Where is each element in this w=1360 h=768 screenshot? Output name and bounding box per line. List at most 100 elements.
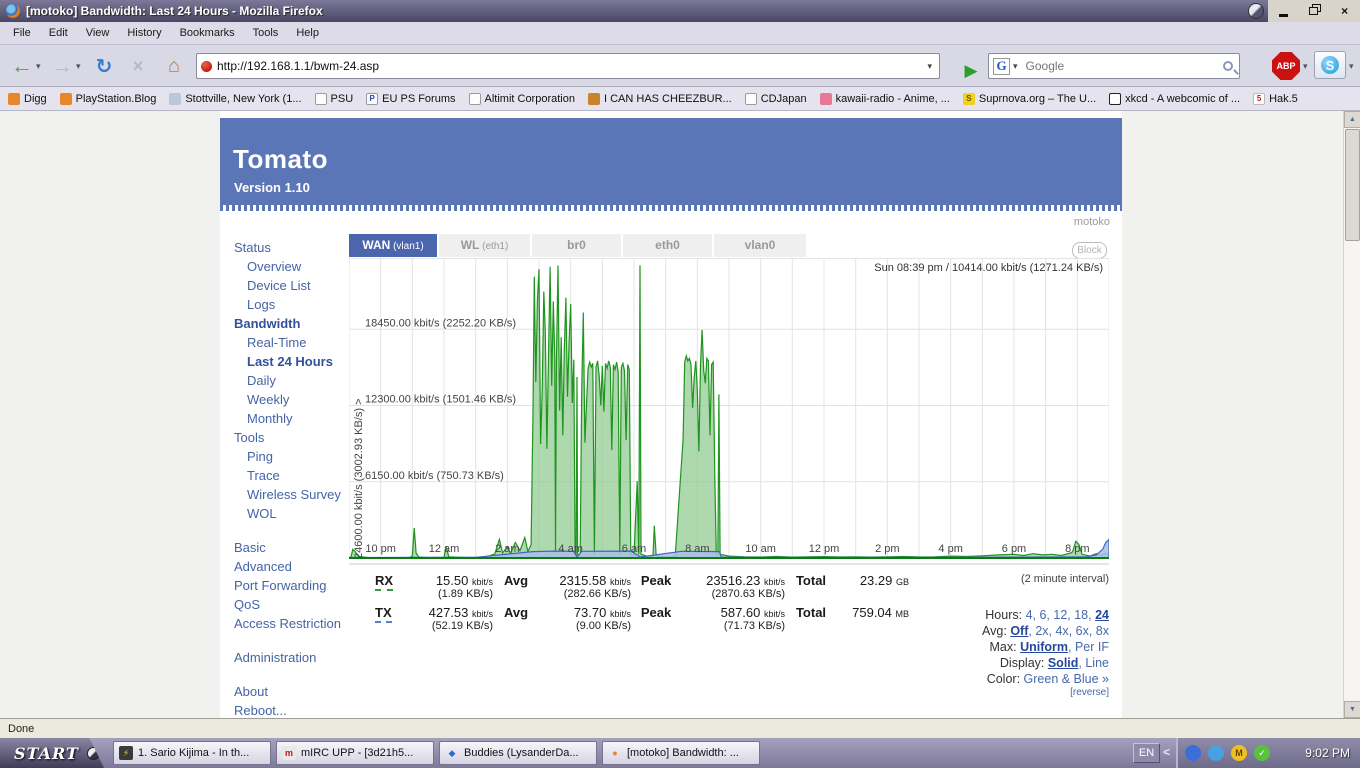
forward-dropdown-icon[interactable]: ▾ bbox=[76, 61, 81, 72]
minimize-button[interactable] bbox=[1273, 3, 1293, 19]
bookmark-suprnova-org-the-u[interactable]: SSuprnova.org – The U... bbox=[963, 93, 1096, 105]
option-24[interactable]: 24 bbox=[1095, 608, 1109, 622]
sidebar-item-monthly[interactable]: Monthly bbox=[220, 409, 348, 428]
task-1-sario-kijima-in-th[interactable]: ⚡1. Sario Kijima - In th... bbox=[113, 741, 271, 765]
search-icon[interactable] bbox=[1223, 61, 1233, 71]
option-12[interactable]: 12 bbox=[1053, 608, 1067, 622]
skype-tray-icon[interactable]: ✓ bbox=[1254, 745, 1270, 761]
menu-bookmarks[interactable]: Bookmarks bbox=[171, 24, 244, 42]
adblock-plus-button[interactable]: ABP bbox=[1272, 52, 1300, 80]
option-2x[interactable]: 2x bbox=[1035, 624, 1048, 638]
search-bar[interactable]: G ▾ bbox=[988, 53, 1240, 79]
bookmark-altimit-corporation[interactable]: Altimit Corporation bbox=[469, 93, 575, 105]
bookmark-eu-ps-forums[interactable]: PEU PS Forums bbox=[366, 93, 455, 105]
menu-history[interactable]: History bbox=[118, 24, 170, 42]
tab-vlan0[interactable]: vlan0 bbox=[714, 234, 806, 257]
restore-button[interactable] bbox=[1304, 3, 1324, 19]
go-button[interactable]: ▶ bbox=[955, 55, 987, 87]
tab-wl-eth1[interactable]: WL (eth1) bbox=[439, 234, 530, 257]
task-mirc-upp-3d21h5[interactable]: mmIRC UPP - [3d21h5... bbox=[276, 741, 434, 765]
bookmark-hak-5[interactable]: 5Hak.5 bbox=[1253, 93, 1298, 105]
url-dropdown-icon[interactable]: ▾ bbox=[924, 61, 935, 72]
tray-collapse-icon[interactable]: < bbox=[1163, 745, 1170, 759]
option-uniform[interactable]: Uniform bbox=[1020, 640, 1068, 654]
sidebar-item-status[interactable]: Status bbox=[220, 238, 348, 257]
search-input[interactable] bbox=[1026, 59, 1223, 73]
option-6x[interactable]: 6x bbox=[1076, 624, 1089, 638]
sidebar-item-access-restriction[interactable]: Access Restriction bbox=[220, 614, 348, 633]
language-indicator[interactable]: EN bbox=[1133, 743, 1160, 763]
sidebar-item-device-list[interactable]: Device List bbox=[220, 276, 348, 295]
stop-button[interactable]: × bbox=[122, 50, 154, 82]
sidebar-item-advanced[interactable]: Advanced bbox=[220, 557, 348, 576]
skype-extension-button[interactable]: S bbox=[1314, 51, 1346, 79]
bookmark-digg[interactable]: Digg bbox=[8, 93, 47, 105]
sidebar-item-daily[interactable]: Daily bbox=[220, 371, 348, 390]
messenger-tray-icon[interactable] bbox=[1208, 745, 1224, 761]
abp-dropdown-icon[interactable]: ▾ bbox=[1303, 61, 1308, 72]
forward-button[interactable]: → bbox=[46, 50, 78, 82]
option-4x[interactable]: 4x bbox=[1055, 624, 1068, 638]
engine-dropdown-icon[interactable]: ▾ bbox=[1010, 61, 1021, 72]
option-18[interactable]: 18 bbox=[1074, 608, 1088, 622]
sidebar-item-last-24-hours[interactable]: Last 24 Hours bbox=[220, 352, 348, 371]
task-motoko-bandwidth[interactable]: ●[motoko] Bandwidth: ... bbox=[602, 741, 760, 765]
reverse-link[interactable]: [reverse] bbox=[982, 687, 1109, 698]
tab-wan-vlan1[interactable]: WAN (vlan1) bbox=[349, 234, 437, 257]
menu-help[interactable]: Help bbox=[287, 24, 328, 42]
bookmark-kawaii-radio-anime[interactable]: kawaii-radio - Anime, ... bbox=[820, 93, 950, 105]
option-solid[interactable]: Solid bbox=[1048, 656, 1079, 670]
sidebar-item-port-forwarding[interactable]: Port Forwarding bbox=[220, 576, 348, 595]
google-engine-icon[interactable]: G bbox=[993, 58, 1010, 75]
sidebar-item-wol[interactable]: WOL bbox=[220, 504, 348, 523]
sidebar-item-weekly[interactable]: Weekly bbox=[220, 390, 348, 409]
sidebar-item-logs[interactable]: Logs bbox=[220, 295, 348, 314]
tab-br0[interactable]: br0 bbox=[532, 234, 621, 257]
menu-tools[interactable]: Tools bbox=[244, 24, 288, 42]
bookmark-stottville-new-york-1[interactable]: Stottville, New York (1... bbox=[169, 93, 301, 105]
sidebar-item-about[interactable]: About bbox=[220, 682, 348, 701]
option-green-blue[interactable]: Green & Blue » bbox=[1024, 672, 1109, 686]
option-line[interactable]: Line bbox=[1085, 656, 1109, 670]
thunderbird-tray-icon[interactable] bbox=[1185, 745, 1201, 761]
sidebar-item-administration[interactable]: Administration bbox=[220, 648, 348, 667]
sidebar-item-tools[interactable]: Tools bbox=[220, 428, 348, 447]
option-8x[interactable]: 8x bbox=[1096, 624, 1109, 638]
reload-button[interactable]: ↻ bbox=[88, 50, 120, 82]
bookmark-playstation-blog[interactable]: PlayStation.Blog bbox=[60, 93, 157, 105]
tab-eth0[interactable]: eth0 bbox=[623, 234, 712, 257]
bookmark-i-can-has-cheezbur[interactable]: I CAN HAS CHEEZBUR... bbox=[588, 93, 732, 105]
scroll-up-button[interactable]: ▲ bbox=[1344, 111, 1360, 128]
skype-dropdown-icon[interactable]: ▾ bbox=[1349, 61, 1354, 72]
sidebar-item-trace[interactable]: Trace bbox=[220, 466, 348, 485]
back-dropdown-icon[interactable]: ▾ bbox=[36, 61, 41, 72]
sidebar-item-ping[interactable]: Ping bbox=[220, 447, 348, 466]
sidebar-item-bandwidth[interactable]: Bandwidth bbox=[220, 314, 348, 333]
scroll-down-button[interactable]: ▼ bbox=[1344, 701, 1360, 718]
scrollbar-thumb[interactable] bbox=[1345, 129, 1360, 241]
sidebar-item-real-time[interactable]: Real-Time bbox=[220, 333, 348, 352]
sidebar-item-reboot[interactable]: Reboot... bbox=[220, 701, 348, 718]
sidebar-item-wireless-survey[interactable]: Wireless Survey bbox=[220, 485, 348, 504]
close-button[interactable]: × bbox=[1335, 3, 1355, 19]
miranda-tray-icon[interactable]: M bbox=[1231, 745, 1247, 761]
bookmark-xkcd-a-webcomic-of[interactable]: xkcd - A webcomic of ... bbox=[1109, 93, 1240, 105]
option-per-if[interactable]: Per IF bbox=[1075, 640, 1109, 654]
menu-file[interactable]: File bbox=[4, 24, 40, 42]
home-button[interactable]: ⌂ bbox=[158, 50, 190, 82]
url-input[interactable] bbox=[217, 59, 924, 73]
bookmark-cdjapan[interactable]: CDJapan bbox=[745, 93, 807, 105]
url-bar[interactable]: ▾ bbox=[196, 53, 940, 79]
start-button[interactable]: START bbox=[0, 738, 104, 768]
bookmark-psu[interactable]: PSU bbox=[315, 93, 354, 105]
menu-view[interactable]: View bbox=[77, 24, 119, 42]
vertical-scrollbar[interactable]: ▲ ▼ bbox=[1343, 111, 1360, 718]
option-off[interactable]: Off bbox=[1010, 624, 1028, 638]
task-buddies-lysanderda[interactable]: ◆Buddies (LysanderDa... bbox=[439, 741, 597, 765]
sidebar-item-overview[interactable]: Overview bbox=[220, 257, 348, 276]
block-button[interactable]: Block bbox=[1072, 242, 1107, 259]
back-button[interactable]: ← bbox=[6, 50, 38, 82]
menu-edit[interactable]: Edit bbox=[40, 24, 77, 42]
option-4[interactable]: 4 bbox=[1026, 608, 1033, 622]
sidebar-item-qos[interactable]: QoS bbox=[220, 595, 348, 614]
